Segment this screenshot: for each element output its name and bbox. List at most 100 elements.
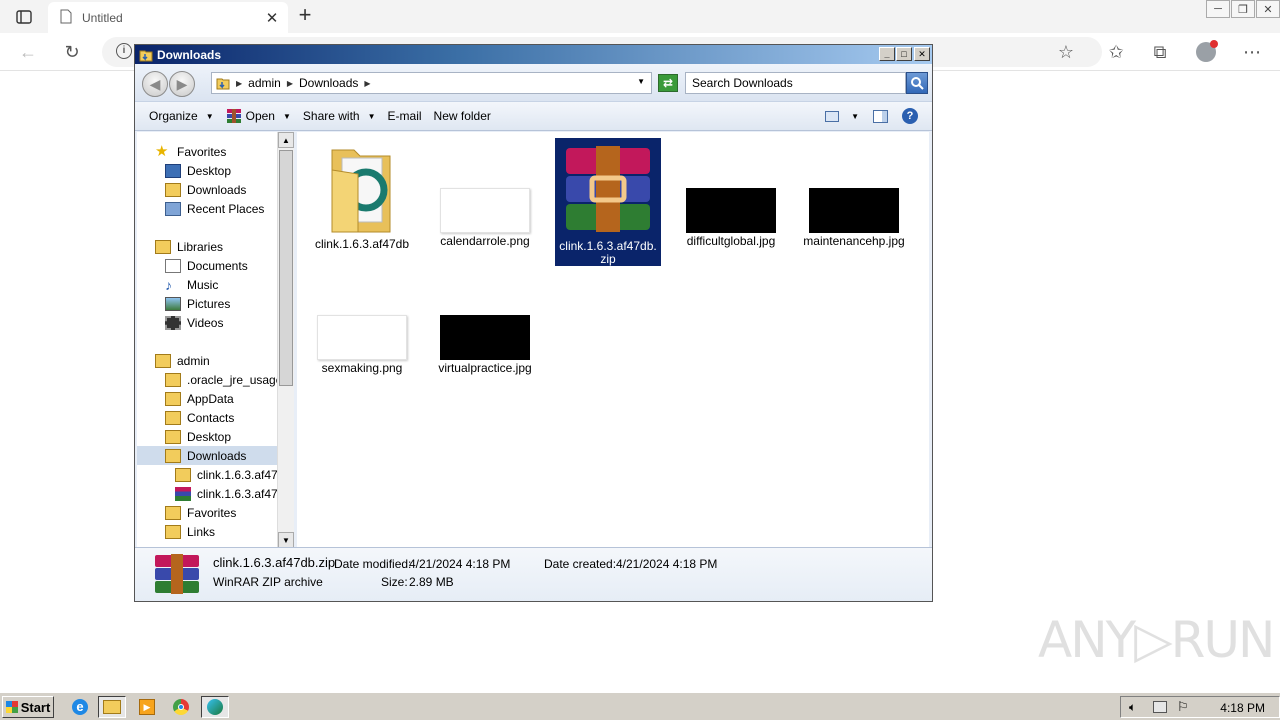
flag-icon[interactable]: ⚐ [1177,699,1189,715]
nav-user-admin[interactable]: admin [155,351,210,370]
help-icon[interactable]: ? [902,108,918,124]
image-thumbnail [440,315,530,360]
file-item-sexmaking[interactable]: sexmaking.png [309,267,415,375]
libraries-icon [155,239,171,254]
close-icon[interactable]: ✕ [1256,0,1280,18]
more-menu-icon[interactable]: ⋯ [1238,38,1266,66]
nav-library-pictures[interactable]: Pictures [165,294,230,313]
nav-label: .oracle_jre_usage [187,372,283,387]
file-item-virtualpractice[interactable]: virtualpractice.jpg [432,267,538,375]
file-name: virtualpractice.jpg [438,361,532,375]
file-item-clink-zip[interactable]: clink.1.6.3.af47db.zip [555,138,661,266]
image-thumbnail [809,188,899,233]
winrar-icon [175,486,191,501]
nav-item-clink-zip[interactable]: clink.1.6.3.af47c [175,484,284,503]
breadcrumb-item-downloads[interactable]: Downloads [299,76,358,90]
internet-explorer-icon[interactable]: e [66,696,94,718]
nav-library-documents[interactable]: Documents [165,256,248,275]
nav-item-downloads[interactable]: Downloads [137,446,277,465]
minimize-icon[interactable]: ─ [1206,0,1230,18]
new-tab-button[interactable]: + [294,4,316,27]
nav-item-contacts[interactable]: Contacts [165,408,234,427]
nav-item-appdata[interactable]: AppData [165,389,234,408]
open-button[interactable]: Open ▼ [226,108,291,124]
forward-button[interactable]: ▶ [169,71,195,97]
breadcrumb[interactable]: ▶ admin ▶ Downloads ▶ ▼ [211,72,652,94]
nav-label: AppData [187,391,234,406]
nav-scrollbar[interactable]: ▲ ▼ [277,132,294,548]
edge-icon[interactable] [201,696,229,718]
organize-button[interactable]: Organize ▼ [149,109,214,123]
close-button[interactable]: ✕ [914,47,930,61]
system-tray: 🔈︎ ⚐ 4:18 PM [1120,696,1280,718]
nav-library-music[interactable]: ♪ Music [165,275,218,294]
nav-label: Pictures [187,296,231,311]
folder-icon [331,149,391,233]
nav-label: Documents [187,258,248,273]
refresh-button[interactable]: ⇄ [658,74,678,92]
network-icon[interactable] [1153,701,1167,713]
scroll-thumb[interactable] [279,150,293,386]
details-pane: clink.1.6.3.af47db.zip WinRAR ZIP archiv… [135,547,932,601]
scroll-down-icon[interactable]: ▼ [278,532,294,548]
browser-tab[interactable]: Untitled ✕ [48,2,288,33]
nav-label: admin [177,353,210,368]
nav-favorite-desktop[interactable]: Desktop [165,161,231,180]
file-item-maintenancehp[interactable]: maintenancehp.jpg [801,140,907,248]
breadcrumb-item-admin[interactable]: admin [248,76,281,90]
nav-library-videos[interactable]: Videos [165,313,223,332]
nav-label: Videos [187,315,224,330]
file-item-folder[interactable]: clink.1.6.3.af47db [309,140,415,251]
new-folder-button[interactable]: New folder [434,109,491,123]
profile-avatar[interactable] [1192,38,1220,66]
nav-item-desktop[interactable]: Desktop [165,427,231,446]
tab-actions-icon[interactable] [10,6,38,28]
nav-item-oracle[interactable]: .oracle_jre_usage [165,370,282,389]
nav-favorites[interactable]: ★ Favorites [155,142,226,161]
maximize-button[interactable]: □ [896,47,912,61]
nav-item-links[interactable]: Links [165,522,215,541]
share-with-button[interactable]: Share with ▼ [303,109,376,123]
nav-label: Downloads [187,448,247,463]
documents-icon [165,258,181,273]
search-input[interactable]: Search Downloads [685,72,906,94]
chevron-right-icon[interactable]: ▶ [364,79,370,88]
file-name: calendarrole.png [440,234,530,248]
restore-icon[interactable]: ❐ [1231,0,1255,18]
chevron-right-icon[interactable]: ▶ [287,79,293,88]
email-button[interactable]: E-mail [388,109,422,123]
chevron-down-icon[interactable]: ▼ [637,77,645,86]
tab-close-icon[interactable]: ✕ [262,8,282,28]
favorites-icon[interactable]: ✩ [1102,38,1130,66]
file-item-difficultglobal[interactable]: difficultglobal.jpg [678,140,784,248]
minimize-button[interactable]: _ [879,47,895,61]
chevron-right-icon[interactable]: ▶ [236,79,242,88]
chrome-icon[interactable] [167,696,195,718]
view-icon[interactable] [825,110,840,122]
explorer-titlebar[interactable]: Downloads _ □ ✕ [135,45,932,64]
start-button[interactable]: Start [2,696,54,718]
nav-item-favorites[interactable]: Favorites [165,503,236,522]
collections-icon[interactable]: ⧉ [1146,38,1174,66]
chevron-down-icon[interactable]: ▼ [851,112,859,121]
back-button[interactable]: ◀ [142,71,168,97]
explorer-taskbar-icon[interactable] [98,696,126,718]
back-icon[interactable]: ← [14,38,42,66]
add-favorite-icon[interactable]: ☆ [1052,38,1080,66]
details-date-modified: 4/21/2024 4:18 PM [409,557,511,571]
info-icon[interactable]: i [116,43,132,59]
search-button[interactable] [906,72,928,94]
reload-icon[interactable]: ↻ [58,38,86,66]
media-player-icon[interactable]: ▶ [133,696,161,718]
organize-label: Organize [149,109,198,123]
window-title: Downloads [157,47,222,62]
search-icon [911,77,924,90]
nav-libraries[interactable]: Libraries [155,237,223,256]
nav-favorite-recent-places[interactable]: Recent Places [165,199,264,218]
nav-item-clink-folder[interactable]: clink.1.6.3.af47c [175,465,284,484]
nav-favorite-downloads[interactable]: Downloads [165,180,246,199]
scroll-up-icon[interactable]: ▲ [278,132,294,148]
volume-icon[interactable]: 🔈︎ [1129,700,1136,715]
file-item-calendarrole[interactable]: calendarrole.png [432,140,538,248]
preview-pane-icon[interactable] [873,109,888,123]
